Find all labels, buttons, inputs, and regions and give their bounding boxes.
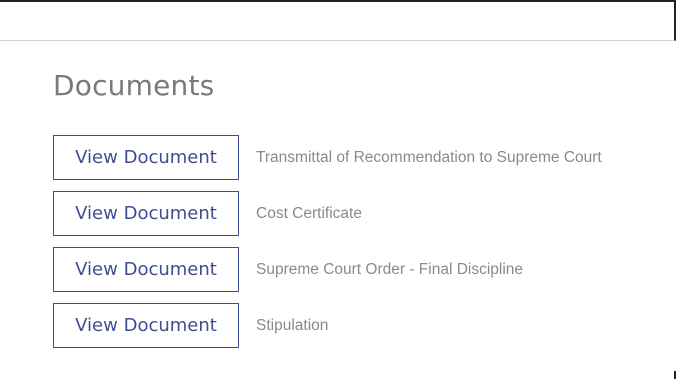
documents-section: Documents View Document Transmittal of R… bbox=[53, 68, 602, 359]
document-row: View Document Stipulation bbox=[53, 303, 602, 348]
document-row: View Document Transmittal of Recommendat… bbox=[53, 135, 602, 180]
document-name: Transmittal of Recommendation to Supreme… bbox=[256, 148, 602, 166]
document-name: Stipulation bbox=[256, 316, 329, 334]
document-name: Supreme Court Order - Final Discipline bbox=[256, 260, 524, 278]
section-title: Documents bbox=[53, 69, 215, 102]
document-name: Cost Certificate bbox=[256, 204, 362, 222]
document-row: View Document Cost Certificate bbox=[53, 191, 602, 236]
view-document-button[interactable]: View Document bbox=[53, 191, 239, 236]
view-document-button[interactable]: View Document bbox=[53, 247, 239, 292]
document-row: View Document Supreme Court Order - Fina… bbox=[53, 247, 602, 292]
top-frame bbox=[0, 0, 676, 41]
view-document-button[interactable]: View Document bbox=[53, 303, 239, 348]
view-document-button[interactable]: View Document bbox=[53, 135, 239, 180]
document-list: View Document Transmittal of Recommendat… bbox=[53, 135, 602, 348]
